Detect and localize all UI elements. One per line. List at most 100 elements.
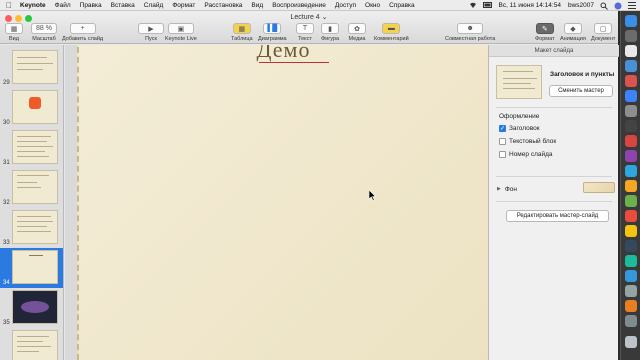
menu-view[interactable]: Вид: [251, 2, 263, 9]
slide-thumb-35[interactable]: 35: [0, 288, 63, 328]
downloads-icon[interactable]: [625, 315, 637, 327]
finder-icon[interactable]: [625, 15, 637, 27]
body-checkbox[interactable]: Текстовый блок: [499, 138, 556, 145]
play-button[interactable]: ▶ Пуск: [138, 23, 164, 42]
keynote-app-icon[interactable]: [625, 270, 637, 282]
battery-icon[interactable]: [483, 1, 493, 9]
slide-thumb-36[interactable]: 36: [0, 328, 63, 360]
text-button[interactable]: T Текст: [296, 23, 314, 42]
slide-thumbnail: [12, 210, 58, 244]
notification-center-icon[interactable]: [628, 1, 636, 9]
wifi-icon[interactable]: [469, 2, 477, 9]
zoom-select[interactable]: 88 % Масштаб: [31, 23, 57, 42]
slide-number: 33: [3, 240, 10, 246]
media-button-label: Медиа: [348, 36, 366, 42]
slide-thumb-33[interactable]: 33: [0, 208, 63, 248]
menu-help[interactable]: Справка: [389, 2, 415, 9]
title-checkbox[interactable]: ✓ Заголовок: [499, 125, 540, 132]
slide-thumb-30[interactable]: 30: [0, 88, 63, 128]
app-icon[interactable]: [625, 300, 637, 312]
menu-file[interactable]: Файл: [55, 2, 71, 9]
telegram-icon[interactable]: [625, 165, 637, 177]
app-store-icon[interactable]: [625, 90, 637, 102]
current-slide[interactable]: Демо: [77, 45, 488, 360]
slide-number-checkbox-label: Номер слайда: [509, 151, 553, 158]
slide-navigator[interactable]: 29 30 31 32 33 34 35: [0, 45, 64, 360]
document-tab-button[interactable]: ▢ Документ: [591, 23, 615, 42]
search-icon[interactable]: [600, 2, 608, 10]
dock: [620, 11, 640, 360]
slide-thumb-29[interactable]: 29: [0, 48, 63, 88]
menu-play[interactable]: Воспроизведение: [272, 2, 326, 9]
comment-icon: ▬: [382, 23, 401, 34]
view-button[interactable]: ▦ Вид: [5, 23, 23, 42]
trash-icon[interactable]: [625, 336, 637, 348]
slide-number: 30: [3, 120, 10, 126]
launchpad-icon[interactable]: [625, 30, 637, 42]
app-icon[interactable]: [625, 240, 637, 252]
menu-share[interactable]: Доступ: [335, 2, 356, 9]
apple-menu-icon[interactable]: : [4, 1, 14, 10]
animate-tab-button[interactable]: ◆ Анимация: [560, 23, 586, 42]
menubar-clock[interactable]: Вс, 11 июня 14:14:54: [498, 2, 560, 9]
play-icon: ▶: [138, 23, 164, 34]
menu-slide[interactable]: Слайд: [144, 2, 164, 9]
inspector-tab-slide-layout[interactable]: Макет слайда: [489, 45, 619, 57]
mail-icon[interactable]: [625, 60, 637, 72]
collaborate-button[interactable]: ☻ Совместная работа: [445, 23, 495, 42]
title-checkbox-label: Заголовок: [509, 125, 540, 132]
app-icon[interactable]: [625, 195, 637, 207]
app-icon[interactable]: [625, 150, 637, 162]
change-master-button[interactable]: Сменить мастер: [549, 85, 613, 97]
app-icon[interactable]: [625, 210, 637, 222]
divider: [496, 107, 612, 108]
menu-edit[interactable]: Правка: [80, 2, 102, 9]
menu-app[interactable]: Keynote: [20, 2, 46, 9]
table-button-label: Таблица: [231, 36, 253, 42]
keynote-window: Lecture 4 ⌄ ▦ Вид 88 % Масштаб + Добавит…: [0, 11, 619, 360]
checkbox-box: [499, 138, 506, 145]
app-icon[interactable]: [625, 285, 637, 297]
format-tab-button[interactable]: ✎ Формат: [535, 23, 555, 42]
document-tab-label: Документ: [591, 36, 616, 42]
animate-icon: ◆: [563, 23, 582, 34]
menu-arrange[interactable]: Расстановка: [204, 2, 242, 9]
slide-thumb-31[interactable]: 31: [0, 128, 63, 168]
safari-icon[interactable]: [625, 45, 637, 57]
window-title[interactable]: Lecture 4 ⌄: [0, 13, 618, 21]
add-slide-button[interactable]: + Добавить слайд: [62, 23, 103, 42]
slide-canvas[interactable]: Демо: [65, 45, 488, 360]
menu-bar:  Keynote Файл Правка Вставка Слайд Форм…: [0, 0, 640, 11]
appearance-heading: Оформление: [499, 113, 540, 120]
swift-logo-icon: [29, 97, 41, 109]
app-icon[interactable]: [625, 180, 637, 192]
calendar-icon[interactable]: [625, 75, 637, 87]
slide-title[interactable]: Демо: [79, 45, 488, 63]
slide-thumbnail: [12, 90, 58, 124]
keynote-live-button[interactable]: ▣ Keynote Live: [165, 23, 197, 42]
menu-format[interactable]: Формат: [172, 2, 195, 9]
slide-number-checkbox[interactable]: Номер слайда: [499, 151, 553, 158]
master-thumbnail[interactable]: [496, 65, 542, 99]
slide-thumbnail: [12, 130, 58, 164]
app-icon[interactable]: [625, 135, 637, 147]
table-button[interactable]: ▦ Таблица: [231, 23, 253, 42]
slide-thumb-34[interactable]: 34: [0, 248, 63, 288]
slide-thumb-32[interactable]: 32: [0, 168, 63, 208]
comment-button[interactable]: ▬ Комментарий: [374, 23, 409, 42]
system-preferences-icon[interactable]: [625, 105, 637, 117]
app-icon[interactable]: [625, 255, 637, 267]
edit-master-slide-button[interactable]: Редактировать мастер-слайд: [506, 210, 609, 222]
animate-tab-label: Анимация: [560, 36, 586, 42]
shape-button[interactable]: ▮ Фигура: [321, 23, 339, 42]
app-icon[interactable]: [625, 225, 637, 237]
media-button[interactable]: ✿ Медиа: [348, 23, 366, 42]
background-color-well[interactable]: [583, 182, 615, 193]
chart-button[interactable]: ▌█ Диаграмма: [258, 23, 287, 42]
media-icon: ✿: [348, 23, 366, 34]
menu-window[interactable]: Окно: [365, 2, 380, 9]
menubar-user[interactable]: bws2007: [568, 2, 594, 9]
siri-icon[interactable]: [614, 2, 622, 9]
menu-insert[interactable]: Вставка: [111, 2, 135, 9]
terminal-icon[interactable]: [625, 120, 637, 132]
